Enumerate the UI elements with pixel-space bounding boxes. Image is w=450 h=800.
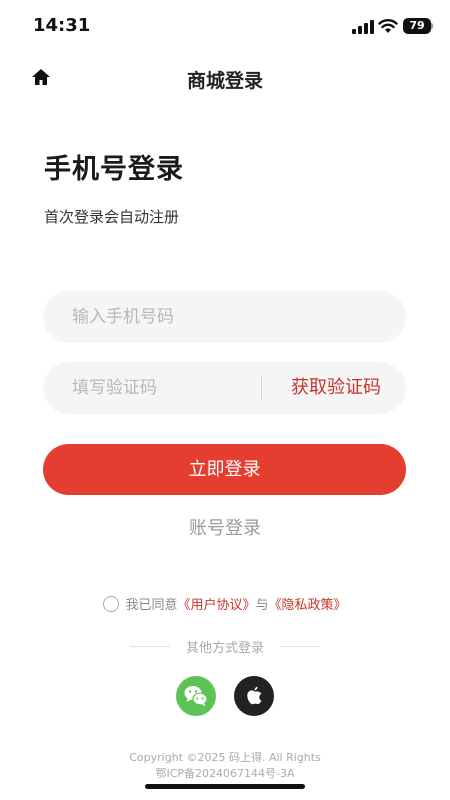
code-divider xyxy=(261,376,262,400)
apple-icon xyxy=(247,686,262,705)
status-bar: 14:31 79 xyxy=(0,0,450,52)
user-agreement-link[interactable]: 《用户协议》 xyxy=(177,598,255,613)
page-subtitle: 首次登录会自动注册 xyxy=(44,208,180,226)
agreement-checkbox[interactable] xyxy=(103,596,120,612)
footer-icp: 鄂ICP备2024067144号-3A xyxy=(155,767,295,780)
signal-icon xyxy=(352,20,374,34)
privacy-policy-link[interactable]: 《隐私政策》 xyxy=(269,598,347,613)
battery-tip xyxy=(431,23,433,29)
account-login-link[interactable]: 账号登录 xyxy=(0,514,450,540)
get-code-button[interactable]: 获取验证码 xyxy=(273,362,399,414)
battery-indicator: 79 xyxy=(403,18,431,34)
agreement-row: 我已同意《用户协议》与《隐私政策》 xyxy=(0,594,450,613)
wechat-login-button[interactable] xyxy=(176,676,216,716)
nav-title: 商城登录 xyxy=(186,70,263,92)
login-button[interactable]: 立即登录 xyxy=(43,444,406,495)
verification-code-input[interactable] xyxy=(43,362,258,414)
agreement-prefix: 我已同意 xyxy=(125,598,178,613)
wifi-icon xyxy=(378,19,398,33)
other-login-label: 其他方式登录 xyxy=(185,641,264,656)
wechat-icon xyxy=(184,686,208,706)
home-indicator xyxy=(145,784,305,789)
agreement-connector: 与 xyxy=(255,598,269,613)
page-title: 手机号登录 xyxy=(44,154,184,185)
phone-input-container xyxy=(43,291,406,343)
phone-input[interactable] xyxy=(43,291,406,343)
code-input-container: 获取验证码 xyxy=(43,362,406,414)
status-time: 14:31 xyxy=(33,15,91,36)
apple-login-button[interactable] xyxy=(234,676,274,716)
footer-copyright: Copyright ©2025 码上得. All Rights xyxy=(129,751,321,764)
